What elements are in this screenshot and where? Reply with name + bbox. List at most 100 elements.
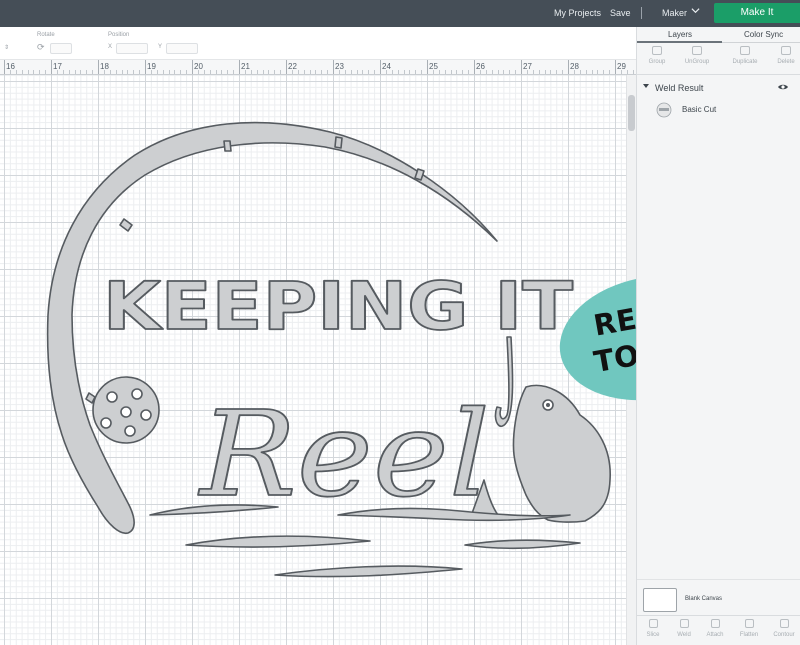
ruler-minor-tick xyxy=(544,70,546,74)
group-button[interactable]: Group xyxy=(639,46,675,65)
eye-icon[interactable] xyxy=(777,83,789,91)
ruler-major-tick xyxy=(333,60,334,74)
contour-button[interactable]: Contour xyxy=(769,619,799,638)
tab-layers[interactable]: Layers xyxy=(668,30,692,39)
my-projects-link[interactable]: My Projects xyxy=(554,8,601,18)
duplicate-icon xyxy=(740,46,750,55)
ruler-minor-tick xyxy=(515,70,517,74)
ruler-minor-tick xyxy=(344,70,346,74)
ruler-minor-tick xyxy=(27,70,29,74)
ruler-minor-tick xyxy=(491,70,493,74)
layers-panel: Layers Color Sync Group UnGroup Duplicat… xyxy=(636,27,800,645)
topbar-divider xyxy=(641,7,642,19)
ruler-minor-tick xyxy=(462,70,464,74)
ruler-minor-tick xyxy=(227,70,229,74)
water-wave-4 xyxy=(464,539,581,549)
slice-button[interactable]: Slice xyxy=(638,619,668,638)
duplicate-label: Duplicate xyxy=(732,59,758,65)
ruler-major-tick xyxy=(4,60,5,74)
rotate-input[interactable] xyxy=(50,43,72,54)
ruler-minor-tick xyxy=(250,70,252,74)
ruler-major-tick xyxy=(521,60,522,74)
fishing-design[interactable]: KEEPING IT Reel xyxy=(0,75,626,645)
ruler-minor-tick xyxy=(562,70,564,74)
ruler-minor-tick xyxy=(150,70,152,74)
design-canvas[interactable]: KEEPING IT Reel xyxy=(0,75,626,645)
delete-button[interactable]: Delete xyxy=(768,46,800,65)
contour-label: Contour xyxy=(773,632,795,638)
ruler-major-tick xyxy=(380,60,381,74)
water-wave-5 xyxy=(274,565,463,578)
ruler-minor-tick xyxy=(174,70,176,74)
save-link[interactable]: Save xyxy=(610,8,631,18)
ruler-minor-tick xyxy=(321,70,323,74)
ruler-minor-tick xyxy=(585,70,587,74)
ruler-major-tick xyxy=(427,60,428,74)
ruler-minor-tick xyxy=(45,70,47,74)
ruler-major-tick xyxy=(239,60,240,74)
chevron-down-icon[interactable] xyxy=(691,6,700,15)
stepper-arrows-icon[interactable]: ⇕ xyxy=(4,44,9,51)
keeping-it-title: KEEPING IT xyxy=(103,268,573,345)
ruler-minor-tick xyxy=(609,70,611,74)
machine-selector[interactable]: Maker xyxy=(662,8,687,18)
ruler-minor-tick xyxy=(432,70,434,74)
ruler-minor-tick xyxy=(350,70,352,74)
ruler-minor-tick xyxy=(92,70,94,74)
group-label: Group xyxy=(648,59,666,65)
ruler-minor-tick xyxy=(233,70,235,74)
blank-canvas-swatch[interactable] xyxy=(643,588,677,612)
ruler-minor-tick xyxy=(115,70,117,74)
fish xyxy=(512,384,611,523)
rotate-icon[interactable]: ⟳ xyxy=(37,42,45,53)
position-y-input[interactable] xyxy=(166,43,198,54)
ruler-minor-tick xyxy=(139,70,141,74)
ruler-minor-tick xyxy=(80,70,82,74)
slice-label: Slice xyxy=(646,632,660,638)
ruler-minor-tick xyxy=(597,70,599,74)
blank-canvas-row[interactable]: Blank Canvas xyxy=(637,579,800,613)
ruler-minor-tick xyxy=(109,70,111,74)
scroll-thumb[interactable] xyxy=(628,95,635,131)
weld-button[interactable]: Weld xyxy=(669,619,699,638)
flatten-button[interactable]: Flatten xyxy=(734,619,764,638)
layer-tools: Group UnGroup Duplicate Delete xyxy=(637,43,800,75)
duplicate-button[interactable]: Duplicate xyxy=(727,46,763,65)
caret-down-icon[interactable] xyxy=(643,84,649,88)
position-x-input[interactable] xyxy=(116,43,148,54)
make-it-button[interactable]: Make It xyxy=(714,3,800,23)
ruler-minor-tick xyxy=(256,70,258,74)
ruler-minor-tick xyxy=(244,70,246,74)
ruler-minor-tick xyxy=(362,70,364,74)
basic-cut-label: Basic Cut xyxy=(682,105,717,114)
ruler-minor-tick xyxy=(556,70,558,74)
layer-weld-result[interactable]: Weld Result xyxy=(637,80,800,96)
top-bar: My Projects Save Maker Make It xyxy=(0,0,800,27)
ruler-minor-tick xyxy=(315,70,317,74)
delete-label: Delete xyxy=(777,59,795,65)
fish-hook xyxy=(494,336,514,427)
ruler-minor-tick xyxy=(209,70,211,74)
ruler-minor-tick xyxy=(280,70,282,74)
layer-basic-cut[interactable]: Basic Cut xyxy=(637,101,800,119)
ruler-minor-tick xyxy=(127,70,129,74)
ruler-minor-tick xyxy=(303,70,305,74)
ruler-minor-tick xyxy=(133,70,135,74)
reel-script-text: Reel xyxy=(198,385,490,523)
y-label: Y xyxy=(158,44,163,50)
ruler-minor-tick xyxy=(68,70,70,74)
ruler-minor-tick xyxy=(438,70,440,74)
attach-button[interactable]: Attach xyxy=(700,619,730,638)
ruler-minor-tick xyxy=(156,70,158,74)
ruler-minor-tick xyxy=(215,70,217,74)
ungroup-icon xyxy=(692,46,702,55)
ruler-minor-tick xyxy=(297,70,299,74)
rotate-label: Rotate xyxy=(37,32,55,38)
tab-color-sync[interactable]: Color Sync xyxy=(744,30,783,39)
ruler-minor-tick xyxy=(39,70,41,74)
ruler-minor-tick xyxy=(186,70,188,74)
ruler-major-tick xyxy=(192,60,193,74)
ruler-major-tick xyxy=(286,60,287,74)
ungroup-button[interactable]: UnGroup xyxy=(679,46,715,65)
ruler-minor-tick xyxy=(56,70,58,74)
